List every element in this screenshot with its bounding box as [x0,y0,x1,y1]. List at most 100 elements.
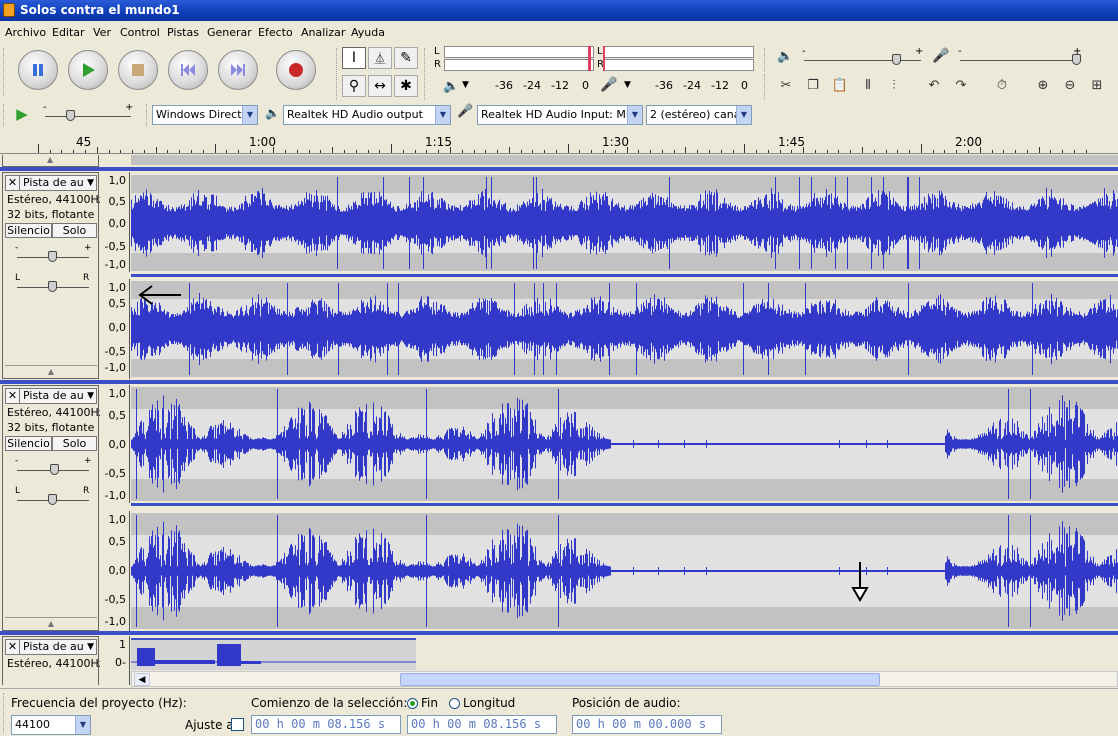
silence-button[interactable]: ⫶ [882,76,906,96]
end-radio[interactable]: Fin [407,696,438,710]
track-2-mute-button[interactable]: Silencio [5,436,52,451]
envelope-tool[interactable]: ⏅ [368,47,392,69]
record-button[interactable] [276,50,316,90]
scrollbar-thumb[interactable] [400,673,880,686]
track-2-collapse-button[interactable]: ▲ [5,617,97,629]
timeline-tick [1039,147,1040,153]
end-radio-label: Fin [421,696,438,710]
track-1-left-waveform[interactable] [131,175,1118,271]
snap-checkbox[interactable] [231,718,244,731]
track-1-mute-button[interactable]: Silencio [5,223,52,238]
meter-menu-arrow[interactable]: ▼ [462,80,469,90]
toolbar-grip[interactable] [146,104,149,126]
fit-selection-button[interactable]: ⊞ [1085,76,1109,96]
toolbar-grip[interactable] [3,104,6,126]
draw-tool[interactable]: ✎ [394,47,418,69]
track-1-right-waveform[interactable] [131,281,1118,377]
play-speed-slider[interactable] [45,116,131,117]
zoom-out-button[interactable]: ⊖ [1058,76,1082,96]
close-icon[interactable]: ✕ [6,176,20,190]
menu-archivo[interactable]: Archivo [5,26,46,39]
track-2-name-button[interactable]: ✕ Pista de audio ▼ [5,388,97,404]
zoom-tool[interactable]: ⚲ [342,75,366,97]
timeline-tick [1015,150,1016,153]
rec-meter-menu-arrow[interactable]: ▼ [624,80,631,90]
cut-button[interactable]: ✂ [774,76,798,96]
project-rate-select[interactable]: 44100 ▼ [11,715,91,735]
menu-ayuda[interactable]: Ayuda [351,26,385,39]
paste-button[interactable]: 📋 [828,76,852,96]
play-at-speed-button[interactable]: ▶ [10,104,34,124]
copy-button[interactable]: ❐ [801,76,825,96]
chevron-down-icon: ▼ [627,106,642,124]
menu-control[interactable]: Control [120,26,160,39]
horizontal-scrollbar[interactable]: ◀ [131,671,1118,687]
close-icon[interactable]: ✕ [6,640,20,654]
pause-button[interactable] [18,50,58,90]
menu-efecto[interactable]: Efecto [258,26,293,39]
timeline-tick [109,150,110,153]
input-volume-slider[interactable] [960,60,1080,61]
record-meter-left[interactable] [604,46,754,58]
menu-editar[interactable]: Editar [52,26,85,39]
input-channels-select[interactable]: 2 (estéreo) canales ▼ [646,105,752,125]
selection-tool[interactable]: I [342,47,366,69]
scroll-left-button[interactable]: ◀ [134,673,150,686]
timeshift-tool[interactable]: ↔ [368,75,392,97]
sync-lock-button[interactable]: ⏱ [990,76,1014,96]
length-radio[interactable]: Longitud [449,696,515,710]
track-2-solo-button[interactable]: Solo [52,436,97,451]
trim-button[interactable]: ⫴ [856,76,880,96]
input-device-select[interactable]: Realtek HD Audio Input: Mic Volume▼ [477,105,643,125]
selection-end-field[interactable]: 00 h 00 m 08.156 s [407,715,557,734]
toolbar-grip[interactable] [3,693,6,733]
toolbar-grip[interactable] [3,48,6,96]
toolbar-grip[interactable] [764,74,767,100]
toolbar-grip[interactable] [424,48,427,100]
track-1-gain-thumb[interactable] [48,251,57,262]
redo-button[interactable]: ↷ [949,76,973,96]
output-volume-thumb[interactable] [892,54,901,65]
play-speed-thumb[interactable] [66,110,75,121]
output-device-select[interactable]: Realtek HD Audio output ▼ [283,105,451,125]
track-2-right-waveform[interactable] [131,513,1118,629]
playback-meter-left[interactable] [444,46,594,58]
audio-position-field[interactable]: 00 h 00 m 00.000 s [572,715,722,734]
playback-meter-right[interactable] [444,59,594,71]
skip-to-start-button[interactable] [168,50,208,90]
previous-track-collapse[interactable]: ▲ [2,155,99,167]
timeline-tick [320,150,321,153]
undo-button[interactable]: ↶ [922,76,946,96]
scale-label: -0,5 [104,467,126,480]
play-button[interactable] [68,50,108,90]
track-1-solo-button[interactable]: Solo [52,223,97,238]
timeline-ruler[interactable]: 45 1:00 1:15 1:30 1:45 2:00 [0,132,1118,154]
previous-track-wave[interactable] [131,155,1118,165]
track-1-name-button[interactable]: ✕ Pista de audio ▼ [5,175,97,191]
track-2-gain-thumb[interactable] [50,464,59,475]
title-bar: Solos contra el mundo1 [0,0,1118,21]
track-3-waveform[interactable] [131,638,416,670]
audio-position-label: Posición de audio: [572,696,681,710]
track-3-name-button[interactable]: ✕ Pista de audio ▼ [5,639,97,655]
toolbar-grip[interactable] [764,48,767,72]
menu-generar[interactable]: Generar [207,26,252,39]
track-2-left-waveform[interactable] [131,387,1118,501]
skip-to-end-button[interactable] [218,50,258,90]
audio-host-select[interactable]: Windows DirectSound▼ [152,105,258,125]
toolbar-grip[interactable] [336,48,339,100]
close-icon[interactable]: ✕ [6,389,20,403]
stop-button[interactable] [118,50,158,90]
menu-analizar[interactable]: Analizar [301,26,345,39]
selection-start-field[interactable]: 00 h 00 m 08.156 s [251,715,401,734]
input-volume-thumb[interactable] [1072,54,1081,65]
record-meter-right[interactable] [604,59,754,71]
multi-tool[interactable]: ✱ [394,75,418,97]
zoom-in-button[interactable]: ⊕ [1031,76,1055,96]
menu-pistas[interactable]: Pistas [167,26,199,39]
track-2-pan-thumb[interactable] [48,494,57,505]
track-1-collapse-button[interactable]: ▲ [5,365,97,377]
track-1-pan-thumb[interactable] [48,281,57,292]
output-volume-slider[interactable] [804,60,921,61]
menu-ver[interactable]: Ver [93,26,111,39]
